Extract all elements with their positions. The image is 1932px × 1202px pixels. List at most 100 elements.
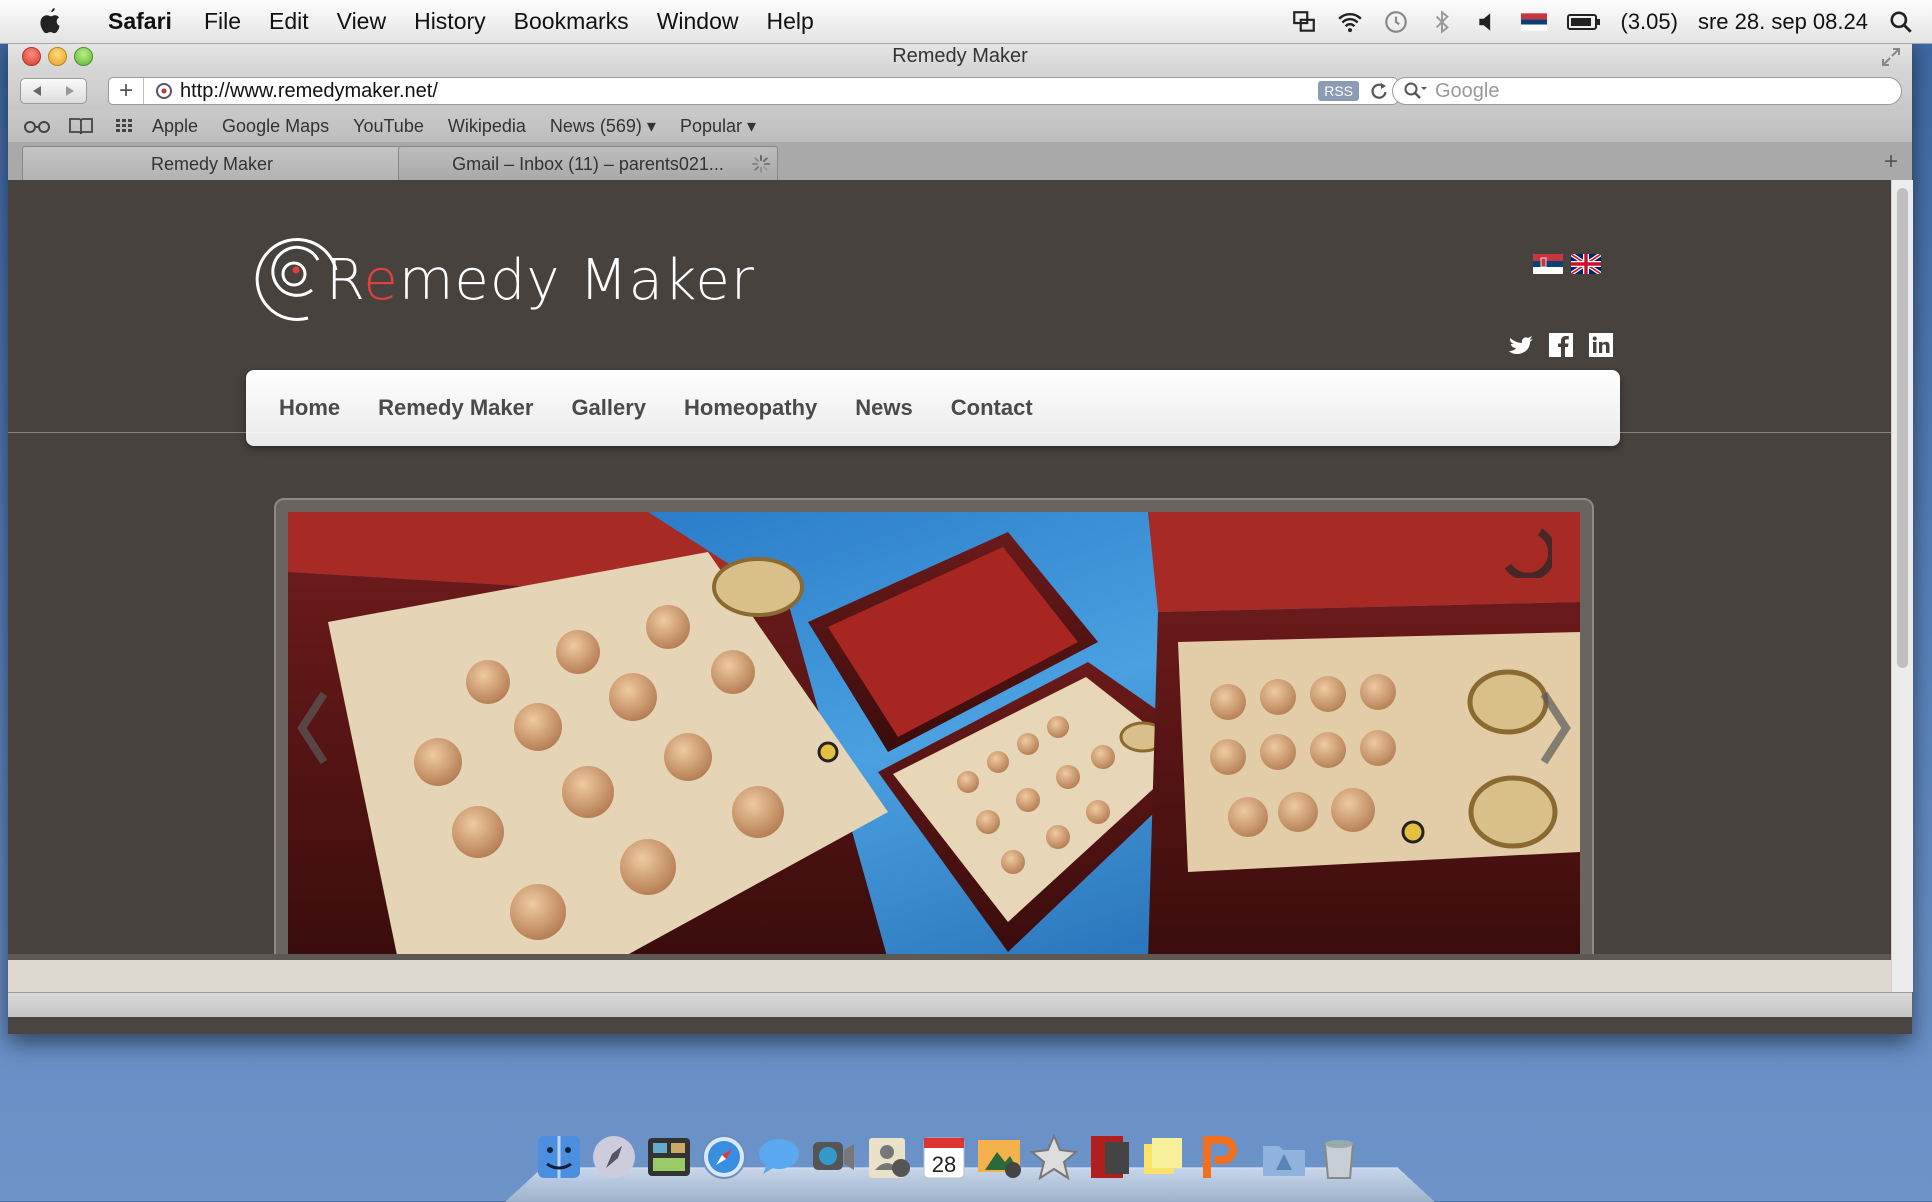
nav-remedy-maker[interactable]: Remedy Maker (359, 395, 552, 421)
messages-icon[interactable] (755, 1132, 803, 1182)
fullscreen-icon[interactable] (1880, 46, 1902, 68)
site-favicon-icon (156, 83, 172, 99)
facebook-icon[interactable] (1548, 332, 1574, 358)
apple-menu-icon[interactable] (36, 7, 64, 37)
menu-view[interactable]: View (323, 8, 400, 35)
pages-icon[interactable] (1195, 1132, 1243, 1182)
volume-icon[interactable] (1475, 9, 1501, 35)
safari-dock-icon[interactable] (700, 1132, 748, 1182)
slider-loading-icon (1504, 528, 1552, 578)
menu-history[interactable]: History (400, 8, 500, 35)
tab-remedy-maker[interactable]: Remedy Maker (22, 146, 402, 180)
loading-spinner-icon (752, 155, 770, 173)
search-field[interactable] (1392, 77, 1902, 105)
language-switcher (1533, 254, 1601, 274)
bluetooth-icon[interactable] (1429, 9, 1455, 35)
social-links (1508, 332, 1614, 358)
slider-next-arrow-icon[interactable] (1534, 688, 1574, 768)
menu-help[interactable]: Help (753, 8, 828, 35)
nav-news[interactable]: News (836, 395, 931, 421)
linkedin-icon[interactable] (1588, 332, 1614, 358)
battery-time: (3.05) (1620, 8, 1678, 34)
bookmark-youtube[interactable]: YouTube (341, 116, 436, 137)
menu-edit[interactable]: Edit (255, 8, 323, 35)
facetime-icon[interactable] (810, 1132, 858, 1182)
slide-image-remedy-boxes (288, 512, 1580, 960)
forward-button[interactable] (53, 78, 87, 104)
forward-arrow-icon (65, 86, 74, 96)
overlay-line (8, 432, 1891, 433)
menu-bookmarks[interactable]: Bookmarks (500, 8, 643, 35)
nav-homeopathy[interactable]: Homeopathy (665, 395, 836, 421)
menu-file[interactable]: File (190, 8, 255, 35)
bookmark-apple[interactable]: Apple (140, 116, 210, 137)
rss-button[interactable]: RSS (1318, 81, 1359, 101)
toolbar: + http://www.remedymaker.net/ RSS (8, 74, 1912, 110)
status-bar (8, 992, 1912, 1017)
page-scrollbar[interactable] (1891, 180, 1913, 992)
nav-home[interactable]: Home (260, 395, 359, 421)
nav-gallery[interactable]: Gallery (552, 395, 665, 421)
close-button[interactable] (22, 47, 41, 66)
menu-app-safari[interactable]: Safari (94, 8, 186, 35)
spotlight-icon[interactable] (1888, 9, 1914, 35)
top-sites-grid-icon[interactable] (110, 116, 140, 136)
reload-icon[interactable] (1369, 81, 1389, 101)
tab-gmail[interactable]: Gmail – Inbox (11) – parents021... (398, 146, 778, 180)
nav-contact[interactable]: Contact (932, 395, 1052, 421)
page-footer-band (8, 954, 1891, 992)
address-bar[interactable]: + http://www.remedymaker.net/ RSS (108, 77, 1398, 105)
reading-list-icon[interactable] (22, 116, 52, 136)
site-main-nav: Home Remedy Maker Gallery Homeopathy New… (246, 370, 1620, 446)
serbian-flag-icon[interactable] (1533, 254, 1563, 274)
twitter-icon[interactable] (1508, 332, 1534, 358)
address-book-icon[interactable] (865, 1132, 913, 1182)
tab-bar: Remedy Maker Gmail – Inbox (11) – parent… (8, 142, 1912, 181)
tab-gmail-label: Gmail – Inbox (11) – parents021... (452, 154, 724, 174)
menu-window[interactable]: Window (643, 8, 753, 35)
scrollbar-thumb[interactable] (1897, 188, 1908, 668)
search-input[interactable] (1433, 78, 1877, 104)
new-tab-button[interactable]: + (1884, 148, 1898, 176)
image-slider (274, 498, 1594, 974)
mission-control-icon[interactable] (645, 1132, 693, 1182)
input-flag-icon[interactable] (1520, 9, 1547, 35)
web-content: Remedy Maker Home Remedy Maker Gallery H… (8, 180, 1891, 992)
dock: 28 (505, 1120, 1435, 1202)
bookmarks-book-icon[interactable] (66, 116, 96, 136)
photo-booth-icon[interactable] (1085, 1132, 1133, 1182)
bookmark-wikipedia[interactable]: Wikipedia (436, 116, 538, 137)
applications-folder-icon[interactable] (1260, 1132, 1308, 1182)
uk-flag-icon[interactable] (1571, 254, 1601, 274)
zoom-button[interactable] (74, 47, 93, 66)
logo-letter-r: R (326, 248, 364, 313)
calendar-day: 28 (932, 1152, 956, 1177)
logo-letter-e: e (363, 248, 399, 313)
window-title: Remedy Maker (892, 45, 1028, 67)
bookmark-news-folder[interactable]: News (569) ▾ (538, 116, 668, 137)
time-machine-icon[interactable] (1383, 9, 1409, 35)
slider-prev-arrow-icon[interactable] (294, 688, 334, 768)
bookmark-google-maps[interactable]: Google Maps (210, 116, 341, 137)
stickies-icon[interactable] (1140, 1132, 1188, 1182)
add-bookmark-button[interactable]: + (109, 77, 144, 104)
back-arrow-icon (33, 86, 41, 96)
calendar-icon[interactable]: 28 (920, 1132, 968, 1182)
site-logo-text[interactable]: Remedy Maker (326, 248, 755, 313)
screen-mirror-icon[interactable] (1291, 9, 1317, 35)
trash-icon[interactable] (1315, 1132, 1363, 1182)
safari-window: Remedy Maker + http://www.remedymaker.ne… (8, 38, 1913, 1034)
launchpad-icon[interactable] (590, 1132, 638, 1182)
url-text[interactable]: http://www.remedymaker.net/ (180, 80, 1318, 103)
wifi-icon[interactable] (1337, 9, 1363, 35)
imovie-icon[interactable] (1030, 1132, 1078, 1182)
minimize-button[interactable] (48, 47, 67, 66)
logo-rest: medy Maker (398, 248, 755, 313)
bookmarks-bar: Apple Google Maps YouTube Wikipedia News… (8, 110, 1912, 142)
menu-clock[interactable]: sre 28. sep 08.24 (1698, 9, 1868, 35)
battery-icon[interactable] (1566, 9, 1601, 35)
bookmark-popular-folder[interactable]: Popular ▾ (668, 116, 768, 137)
iphoto-icon[interactable] (975, 1132, 1023, 1182)
finder-icon[interactable] (535, 1132, 583, 1182)
back-button[interactable] (20, 78, 54, 104)
